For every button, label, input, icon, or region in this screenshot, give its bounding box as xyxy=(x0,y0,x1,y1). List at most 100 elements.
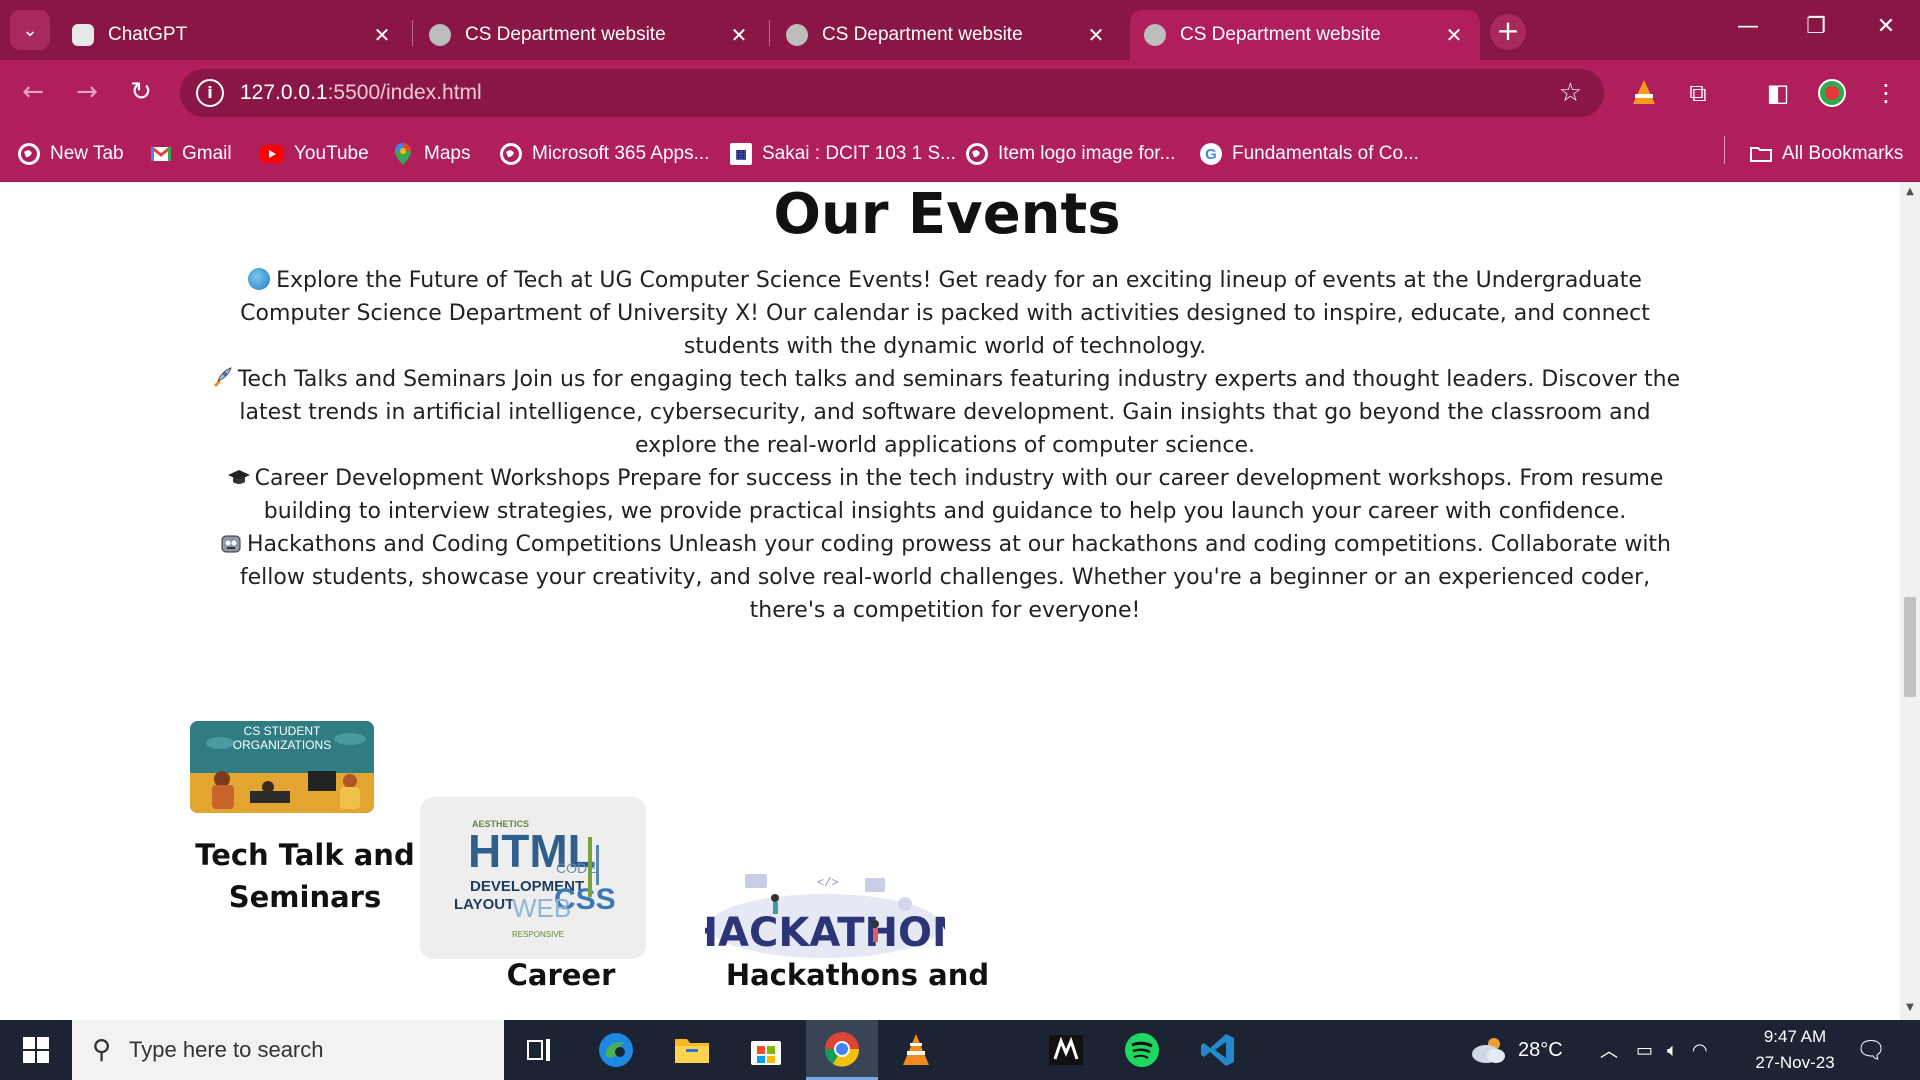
reload-button[interactable]: ↻ xyxy=(124,76,158,110)
spotify-icon xyxy=(1125,1033,1159,1067)
sakai-icon: ▦ xyxy=(730,143,752,165)
bookmark-sakai[interactable]: ▦ Sakai : DCIT 103 1 S... xyxy=(730,140,956,168)
tab-cs-department-active[interactable]: CS Department website ✕ xyxy=(1130,10,1480,60)
bookmark-microsoft-365[interactable]: Microsoft 365 Apps... xyxy=(500,140,709,168)
clock[interactable]: 9:47 AM 27-Nov-23 xyxy=(1740,1020,1850,1080)
word-cloud-word: WEB xyxy=(512,893,571,923)
clock-time: 9:47 AM xyxy=(1763,1027,1827,1046)
extensions-puzzle-icon[interactable]: ⧉ xyxy=(1682,78,1714,110)
weather-temperature: 28°C xyxy=(1518,1038,1563,1061)
search-icon: ⚲ xyxy=(92,1035,112,1065)
scrollbar-thumb[interactable] xyxy=(1904,597,1916,697)
reload-icon: ↻ xyxy=(130,77,152,107)
word-cloud-word: RESPONSIVE xyxy=(512,930,564,939)
card-title-hackathons: Hackathons and xyxy=(700,954,1015,996)
bookmark-fundamentals[interactable]: G Fundamentals of Co... xyxy=(1200,140,1419,168)
taskbar-spotify[interactable] xyxy=(1106,1020,1178,1080)
tab-divider xyxy=(769,20,770,46)
weather-widget[interactable]: 28°C xyxy=(1468,1020,1563,1080)
card-title-line: Career xyxy=(506,958,616,992)
browser-title-bar: ⌄ ChatGPT ✕ CS Department website ✕ CS D… xyxy=(0,0,1920,60)
bookmark-new-tab[interactable]: New Tab xyxy=(18,140,124,168)
events-description: Explore the Future of Tech at UG Compute… xyxy=(205,264,1685,627)
tab-chatgpt[interactable]: ChatGPT ✕ xyxy=(58,10,408,60)
paragraph-text: Tech Talks and Seminars Join us for enga… xyxy=(237,367,1681,458)
site-info-icon[interactable]: i xyxy=(196,79,224,107)
minimize-icon: — xyxy=(1737,14,1759,39)
scroll-up-arrow-icon[interactable]: ▲ xyxy=(1900,186,1920,197)
bookmark-gmail[interactable]: Gmail xyxy=(150,140,232,168)
intro-paragraph: Explore the Future of Tech at UG Compute… xyxy=(205,264,1685,363)
rocket-emoji-icon xyxy=(210,366,232,388)
tab-cs-department-1[interactable]: CS Department website ✕ xyxy=(415,10,765,60)
menu-kebab-icon[interactable]: ⋮ xyxy=(1870,78,1902,110)
globe-favicon-icon xyxy=(786,24,808,46)
windows-logo-icon xyxy=(23,1037,49,1063)
vscode-icon xyxy=(1201,1034,1234,1066)
vlc-extension-icon[interactable] xyxy=(1628,78,1660,110)
html-word-cloud-image: AESTHETICS HTML DEVELOPMENT CSS LAYOUT W… xyxy=(420,797,646,959)
battery-icon[interactable]: ▭ xyxy=(1636,1040,1653,1061)
taskbar-edge[interactable] xyxy=(580,1020,652,1080)
page-scrollbar[interactable]: ▲ ▼ xyxy=(1900,182,1920,1020)
tray-icons: ︿ ▭ 🔈︎ ◠ xyxy=(1600,1020,1708,1080)
taskbar-vscode[interactable] xyxy=(1182,1020,1254,1080)
scroll-down-arrow-icon[interactable]: ▼ xyxy=(1900,1002,1920,1013)
bookmarks-bar: New Tab Gmail YouTube Maps Microsoft 365… xyxy=(0,126,1920,182)
close-icon[interactable]: ✕ xyxy=(1084,23,1108,48)
robot-emoji-icon xyxy=(219,531,241,553)
taskbar-vlc[interactable] xyxy=(880,1020,952,1080)
restore-button[interactable]: ❐ xyxy=(1796,14,1836,39)
chevron-down-icon: ⌄ xyxy=(22,19,38,41)
folder-icon xyxy=(1750,143,1772,165)
student-org-image-text: ORGANIZATIONS xyxy=(233,738,331,752)
taskbar-store[interactable] xyxy=(730,1020,802,1080)
back-button[interactable]: ← xyxy=(16,76,50,110)
close-window-button[interactable]: ✕ xyxy=(1866,14,1906,39)
bookmark-label: Sakai : DCIT 103 1 S... xyxy=(762,143,956,164)
taskbar-app-m[interactable] xyxy=(1030,1020,1102,1080)
globe-favicon-icon xyxy=(429,24,451,46)
maps-icon xyxy=(392,143,414,165)
forward-button[interactable]: → xyxy=(70,76,104,110)
bookmark-star-icon[interactable]: ☆ xyxy=(1559,78,1582,108)
url-host: 127.0.0.1 xyxy=(240,81,328,104)
close-icon[interactable]: ✕ xyxy=(370,23,394,48)
bookmark-item-logo[interactable]: Item logo image for... xyxy=(966,140,1175,168)
profile-avatar[interactable] xyxy=(1816,78,1848,110)
taskbar-file-explorer[interactable] xyxy=(656,1020,728,1080)
plus-icon: + xyxy=(1496,14,1520,47)
globe-emoji-icon xyxy=(248,268,271,290)
browser-toolbar: ← → ↻ i 127.0.0.1:5500/index.html ☆ ⧉ ◧ … xyxy=(0,60,1920,126)
tab-cs-department-2[interactable]: CS Department website ✕ xyxy=(772,10,1122,60)
wifi-icon[interactable]: ◠ xyxy=(1692,1040,1708,1061)
taskbar-search-box[interactable]: ⚲ Type here to search xyxy=(72,1020,504,1080)
notifications-button[interactable]: 🗨︎ xyxy=(1856,1020,1886,1080)
minimize-button[interactable]: — xyxy=(1728,14,1768,39)
close-icon[interactable]: ✕ xyxy=(727,23,751,48)
bookmark-maps[interactable]: Maps xyxy=(392,140,470,168)
search-placeholder: Type here to search xyxy=(129,1037,324,1062)
chevron-up-icon[interactable]: ︿ xyxy=(1600,1037,1618,1063)
task-view-button[interactable] xyxy=(504,1020,576,1080)
bookmark-label: Fundamentals of Co... xyxy=(1232,143,1419,164)
hackathon-image-text: HACKATHON xyxy=(705,910,945,956)
volume-icon[interactable]: 🔈︎ xyxy=(1667,1040,1678,1061)
tab-search-button[interactable]: ⌄ xyxy=(10,10,50,50)
restore-icon: ❐ xyxy=(1806,14,1826,39)
card-title-line: Seminars xyxy=(228,880,382,914)
globe-favicon-icon xyxy=(1144,24,1166,46)
url-path: :5500/index.html xyxy=(327,81,482,104)
side-panel-icon[interactable]: ◧ xyxy=(1762,78,1794,110)
new-tab-button[interactable]: + xyxy=(1490,14,1526,50)
all-bookmarks-button[interactable]: All Bookmarks xyxy=(1750,140,1903,168)
address-bar[interactable]: i 127.0.0.1:5500/index.html ☆ xyxy=(180,69,1604,117)
bookmark-label: Maps xyxy=(424,143,471,164)
bookmark-youtube[interactable]: YouTube xyxy=(260,140,369,168)
start-button[interactable] xyxy=(0,1020,72,1080)
bookmark-label: YouTube xyxy=(294,143,369,164)
student-organizations-image: CS STUDENT ORGANIZATIONS xyxy=(190,721,374,813)
taskbar-chrome[interactable] xyxy=(806,1020,878,1080)
close-icon[interactable]: ✕ xyxy=(1442,23,1466,48)
url-text[interactable]: 127.0.0.1:5500/index.html xyxy=(240,81,482,105)
